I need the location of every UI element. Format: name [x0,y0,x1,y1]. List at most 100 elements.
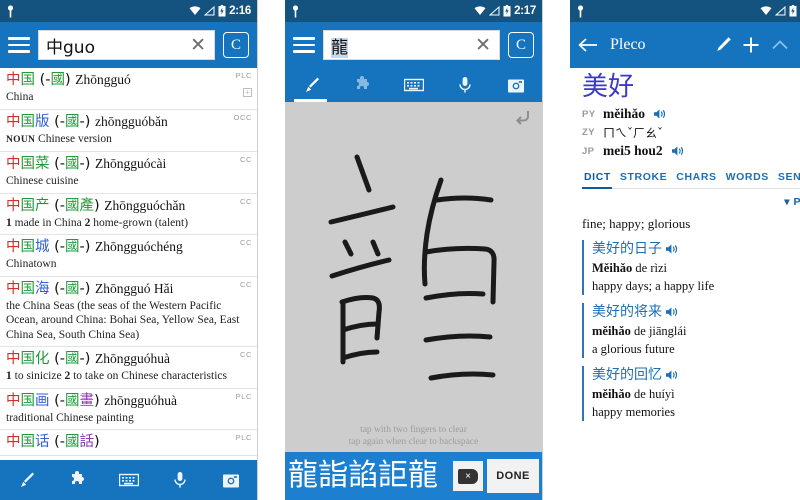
example-chinese[interactable]: 美好的日子 [592,240,800,259]
search-input[interactable]: 中guo ✕ [38,30,215,60]
list-item[interactable]: 中国画 (-國畫) zhōngguóhuà traditional Chinese… [0,389,257,430]
panel-gap-1 [258,0,285,500]
list-item[interactable]: 中国 (-國) Zhōngguó China PLC + [0,68,257,110]
entry-definition: China [6,91,34,103]
menu-icon[interactable] [8,37,30,53]
search-input[interactable]: 龍 ✕ [323,30,500,60]
example-item: 美好的日子 Měihǎo de rìzi happy days; a happy l… [582,240,800,295]
example-english: a glorious future [592,342,675,356]
audio-icon[interactable] [653,108,666,120]
tab-dict[interactable]: DICT [582,168,618,189]
status-right-icons: 2:17 [474,5,536,17]
screen-entry-detail: 2:19 Pleco 美好 PY měihǎo ZY ㄇㄟˇㄏㄠˇ JP mei5 hou… [570,0,800,500]
reading-value: měihǎo [603,106,645,121]
brush-icon [305,77,319,92]
microphone-icon [459,77,471,93]
handwriting-canvas[interactable]: tap with two fingers to clear tap again … [285,102,542,452]
reading-row: ZY ㄇㄟˇㄏㄠˇ [582,124,800,141]
tab-chars[interactable]: CHARS [674,168,723,188]
reading-label: JP [582,145,595,157]
dictionary-selector[interactable]: ▾ PLC [582,196,800,208]
tab-stroke[interactable]: STROKE [618,168,674,188]
entry-headword: 中国话 (-國話) [6,434,100,450]
candidate-list[interactable]: 龍詣諂詎龍 [288,459,449,493]
reading-row: PY měihǎo [582,106,800,122]
tab-sents[interactable]: SENTS [776,168,800,188]
entry-headword: 中国海 (-國-) Zhōngguó Hǎi [6,280,174,297]
status-left-icons [291,4,300,18]
results-list[interactable]: 中国 (-國) Zhōngguó China PLC + 中国版 (-國-) zhōng… [0,68,257,460]
reading-label: PY [582,108,596,120]
status-right-icons: 2:19 [760,5,800,17]
backspace-button[interactable]: × [453,461,483,491]
example-pinyin: měihǎo de jiānglái [592,324,687,338]
entry-definition: 1 made in China 2 home-grown (talent) [6,216,189,229]
battery-icon [789,5,797,17]
list-item[interactable]: 中国话 (-國話) PLC [0,430,257,456]
camera-icon [223,474,240,487]
entry-pinyin: Zhōngguó Hǎi [95,280,174,296]
example-english: happy days; a happy life [592,279,715,293]
chevron-up-icon[interactable] [770,37,790,53]
definition-gloss: fine; happy; glorious [582,216,691,231]
list-item[interactable]: 中国化 (-國-) Zhōngguóhuà 1 to sinicize 2 to … [0,347,257,389]
input-method-toolbar [285,68,542,102]
battery-icon [218,5,226,17]
voice-tab[interactable] [154,460,205,500]
voice-tab[interactable] [439,68,490,102]
reading-label: ZY [582,127,595,138]
radical-tab[interactable] [336,68,387,102]
list-item[interactable]: 中国版 (-國-) zhōngguóbǎn NOUN Chinese versio… [0,110,257,152]
menu-icon[interactable] [293,37,315,53]
entry-headword: 中国版 (-國-) zhōngguóbǎn [6,113,168,130]
brush-tab[interactable] [285,68,336,102]
list-item[interactable]: 中国菜 (-國-) Zhōngguócài Chinese cuisine CC [0,152,257,194]
status-left-icons [576,4,585,18]
camera-tab[interactable] [491,68,542,102]
clear-search-icon[interactable]: ✕ [473,35,493,55]
input-mode-button[interactable]: C [508,32,534,58]
pencil-icon[interactable] [714,36,732,54]
list-item[interactable]: 中国产 (-國產) Zhōngguóchǎn 1 made in China 2 … [0,194,257,235]
keyboard-tab[interactable] [388,68,439,102]
status-bar: 2:16 [0,0,257,22]
entry-source-tag: PLC [235,71,252,80]
add-entry-icon[interactable]: + [243,88,252,97]
entry-source-tag: CC [239,279,252,289]
clear-search-icon[interactable]: ✕ [188,35,208,55]
audio-icon[interactable] [671,145,684,157]
search-value: 龍 [331,37,348,58]
example-pinyin: měihǎo de huíyì [592,387,675,401]
entry-headword: 中国城 (-國-) Zhōngguóchéng [6,239,183,255]
done-button[interactable]: DONE [487,459,539,493]
wifi-icon [474,6,486,15]
status-time: 2:17 [514,5,536,17]
chevron-down-icon: ▾ [784,196,791,208]
audio-icon[interactable] [665,306,678,318]
brush-tab[interactable] [0,460,51,500]
camera-tab[interactable] [206,460,257,500]
list-item[interactable]: 中国城 (-國-) Zhōngguóchéng Chinatown CC [0,235,257,277]
radical-tab[interactable] [51,460,102,500]
tab-words[interactable]: WORDS [724,168,776,188]
input-mode-button[interactable]: C [223,32,249,58]
entry-headword: 中国菜 (-國-) Zhōngguócài [6,156,167,172]
brush-icon [20,472,34,487]
audio-icon[interactable] [665,369,678,381]
back-arrow-icon[interactable] [578,37,598,53]
entry-source-tag: OCC [233,112,252,122]
list-item[interactable]: 中国海 (-國-) Zhōngguó Hǎi the China Seas (th… [0,277,257,347]
ink-strokes [328,154,497,381]
entry-source-tag: CC [239,350,252,359]
usb-icon [7,4,14,17]
plus-icon[interactable] [742,36,760,54]
keyboard-tab[interactable] [103,460,154,500]
entry-pinyin: Zhōngguóhuà [95,351,170,366]
example-chinese[interactable]: 美好的将来 [592,303,800,322]
audio-icon[interactable] [665,243,678,255]
entry-source-tag: CC [239,155,252,164]
entry-pinyin: zhōngguóhuà [104,392,178,408]
example-chinese[interactable]: 美好的回忆 [592,366,800,385]
entry-pinyin: Zhōngguóchǎn [104,197,186,213]
battery-icon [503,5,511,17]
